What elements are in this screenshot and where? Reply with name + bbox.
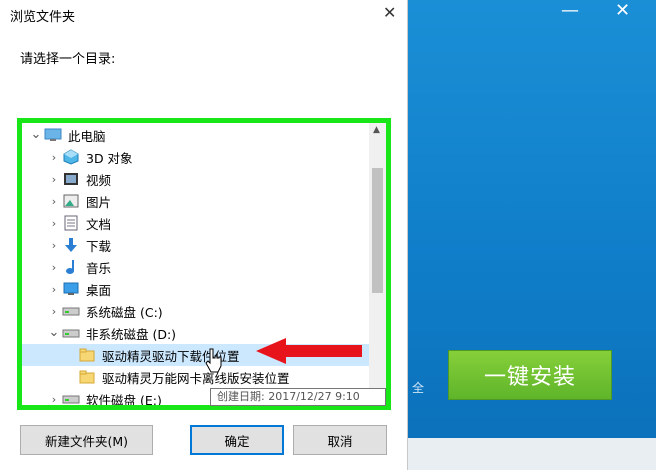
pictures-icon	[62, 193, 80, 209]
drive-icon	[62, 391, 80, 405]
red-arrow-annotation	[256, 338, 362, 364]
chevron-right-icon[interactable]: ›	[46, 283, 62, 296]
new-folder-button[interactable]: 新建文件夹(M)	[20, 425, 153, 455]
cancel-button[interactable]: 取消	[293, 425, 387, 455]
tree-item[interactable]: › 图片	[22, 190, 372, 212]
hand-cursor-icon	[205, 348, 222, 373]
chevron-right-icon[interactable]: ›	[46, 217, 62, 230]
scroll-up-icon[interactable]: ▲	[373, 125, 380, 135]
chevron-right-icon[interactable]: ›	[46, 393, 62, 406]
tree-item-label: 非系统磁盘 (D:)	[86, 326, 177, 342]
chevron-right-icon[interactable]: ›	[46, 261, 62, 274]
tree-item[interactable]: › 下载	[22, 234, 372, 256]
3d-objects-icon	[62, 149, 80, 165]
minimize-icon[interactable]: —	[561, 2, 579, 20]
chevron-right-icon[interactable]: ›	[46, 173, 62, 186]
dialog-prompt: 请选择一个目录:	[20, 52, 116, 67]
chevron-right-icon[interactable]: ›	[46, 195, 62, 208]
tree-item-label: 下载	[86, 238, 112, 254]
tree-item-label: 此电脑	[68, 128, 106, 144]
music-icon	[62, 259, 80, 275]
tree-item[interactable]: › 系统磁盘 (C:)	[22, 300, 372, 322]
tree-item[interactable]: › 视频	[22, 168, 372, 190]
one-click-install-button[interactable]: 一键安装	[448, 350, 612, 400]
dialog-title: 浏览文件夹	[10, 10, 76, 25]
tree-item-label: 视频	[86, 172, 112, 188]
tree-item-label: 3D 对象	[86, 150, 133, 166]
close-icon[interactable]: ✕	[615, 2, 630, 20]
ok-button[interactable]: 确定	[190, 425, 284, 455]
tree-item[interactable]: › 音乐	[22, 256, 372, 278]
chevron-down-icon[interactable]: ⌄	[46, 326, 62, 339]
chevron-right-icon[interactable]: ›	[46, 305, 62, 318]
desktop-icon	[62, 281, 80, 297]
download-icon	[62, 237, 80, 253]
chevron-right-icon[interactable]: ›	[46, 239, 62, 252]
installer-footer	[405, 438, 656, 470]
tree-item[interactable]: › 桌面	[22, 278, 372, 300]
tree-item-label: 音乐	[86, 260, 112, 276]
chevron-right-icon[interactable]: ›	[46, 151, 62, 164]
tree-item-label: 软件磁盘 (E:)	[86, 392, 162, 408]
tree-item-label: 系统磁盘 (C:)	[86, 304, 163, 320]
close-icon[interactable]: ✕	[383, 3, 396, 22]
drive-icon	[62, 303, 80, 319]
tooltip: 创建日期: 2017/12/27 9:10	[210, 388, 386, 406]
tree-item-label: 文档	[86, 216, 112, 232]
tree-item[interactable]: › 3D 对象	[22, 146, 372, 168]
tree-item-label: 驱动精灵万能网卡离线版安装位置	[102, 370, 290, 386]
video-icon	[62, 171, 80, 187]
computer-icon	[44, 127, 62, 143]
documents-icon	[62, 215, 80, 231]
folder-icon	[78, 369, 96, 385]
tree-item-label: 桌面	[86, 282, 112, 298]
browse-folder-dialog: 浏览文件夹 ✕ 请选择一个目录: ⌄ 此电脑 › 3D 对象 › 视频 › 图片 › 文档 › 下载 ›…	[0, 0, 408, 470]
folder-icon	[78, 347, 96, 363]
drive-icon	[62, 325, 80, 341]
scroll-thumb[interactable]	[372, 168, 383, 293]
tree-item[interactable]: › 文档	[22, 212, 372, 234]
tree-item[interactable]: ⌄ 此电脑	[22, 124, 372, 146]
tree-scrollbar[interactable]: ▲ ▼	[369, 123, 386, 405]
tree-item[interactable]: 驱动精灵万能网卡离线版安装位置	[22, 366, 372, 388]
tree-item-label: 图片	[86, 194, 112, 210]
safe-text: 全	[412, 381, 425, 395]
chevron-down-icon[interactable]: ⌄	[28, 128, 44, 141]
